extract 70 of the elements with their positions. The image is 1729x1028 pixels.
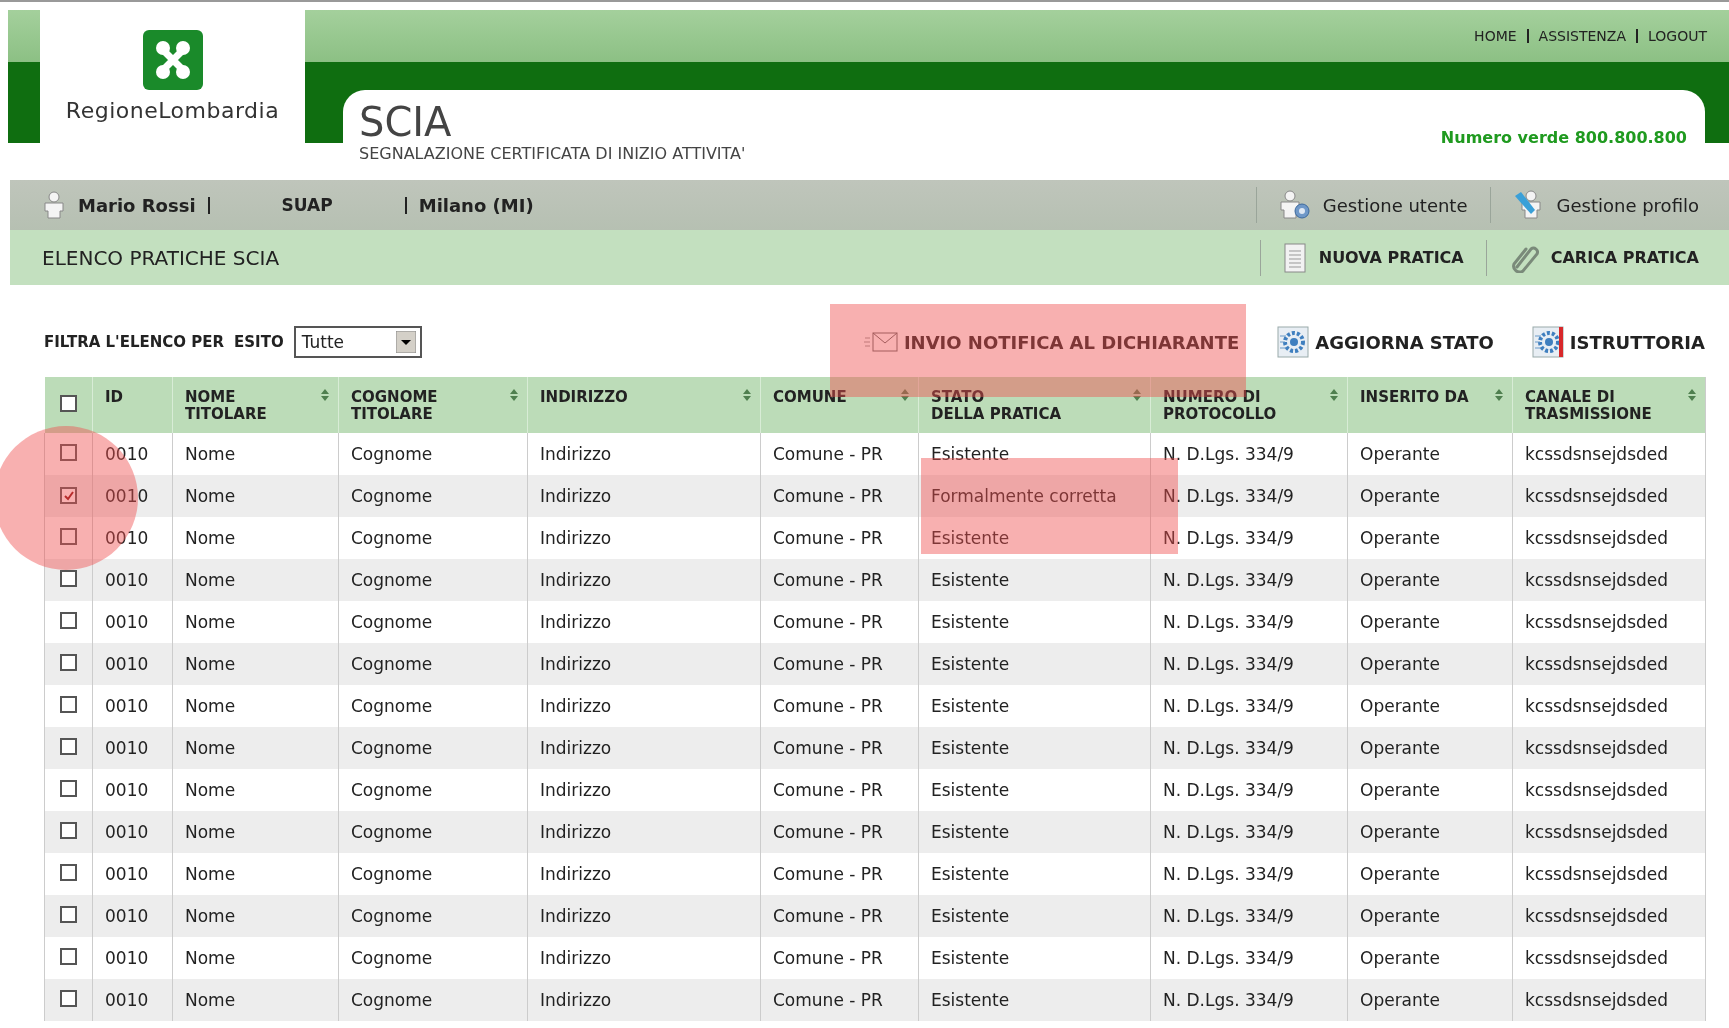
row-checkbox[interactable] — [60, 779, 77, 797]
office-name: SUAP — [281, 195, 333, 215]
column-header[interactable]: INDIRIZZO — [527, 377, 761, 433]
table-cell: Comune - PR — [760, 979, 919, 1021]
field-label: ESITO — [234, 333, 284, 351]
toolbar-button[interactable]: ISTRUTTORIA — [1531, 326, 1705, 358]
person-icon — [42, 191, 66, 219]
bar-link[interactable]: CARICA PRATICA — [1498, 242, 1709, 273]
sort-icon — [509, 387, 519, 403]
outcome-dropdown[interactable]: Tutte — [293, 326, 422, 358]
sort-icon — [1329, 387, 1339, 403]
row-checkbox[interactable] — [60, 989, 77, 1007]
row-checkbox[interactable] — [60, 695, 77, 713]
row-checkbox[interactable] — [60, 443, 77, 461]
toolbar-button[interactable]: INVIO NOTIFICA AL DICHIARANTE — [863, 331, 1240, 353]
sort-icon — [1687, 387, 1697, 403]
table-cell: Nome — [172, 979, 339, 1021]
row-checkbox[interactable] — [60, 653, 77, 671]
column-header[interactable]: STATO DELLA PRATICA — [918, 377, 1151, 433]
user-name: Mario Rossi — [78, 194, 196, 216]
row-checkbox[interactable] — [60, 821, 77, 839]
column-header[interactable]: ID — [92, 377, 173, 433]
column-header[interactable]: INSERITO DA — [1347, 377, 1513, 433]
person-gear-icon — [1278, 190, 1311, 220]
sort-icon — [1494, 387, 1504, 403]
table-cell: Indirizzo — [527, 979, 761, 1021]
row-checkbox[interactable] — [60, 863, 77, 881]
select-all-checkbox[interactable] — [59, 394, 77, 412]
app-title: SCIA — [359, 100, 453, 144]
envelope-icon — [863, 331, 898, 353]
table-cell: kcssdsnsejdsded — [1512, 979, 1706, 1021]
table-cell: Cognome — [338, 979, 528, 1021]
document-icon — [1282, 242, 1307, 273]
row-checkbox[interactable] — [60, 947, 77, 965]
nav-link[interactable]: LOGOUT — [1648, 28, 1707, 44]
sort-icon — [900, 387, 910, 403]
nav-link[interactable]: HOME — [1474, 28, 1517, 44]
logo-icon — [142, 30, 203, 90]
gear-icon — [1277, 326, 1310, 358]
row-checkbox[interactable] — [60, 905, 77, 923]
section-title: ELENCO PRATICHE SCIA — [42, 245, 280, 270]
app-subtitle: SEGNALAZIONE CERTIFICATA DI INIZIO ATTIVITA' — [359, 144, 746, 163]
table-cell: Esistente — [918, 979, 1151, 1021]
filter-label: FILTRA L'ELENCO PER — [44, 333, 225, 351]
city-name: Milano (MI) — [418, 194, 534, 216]
nav-link[interactable]: ASSISTENZA — [1538, 28, 1626, 44]
sort-icon — [1132, 387, 1142, 403]
bar-link[interactable]: Gestione profilo — [1502, 190, 1709, 220]
row-checkbox[interactable] — [60, 527, 77, 545]
column-header[interactable]: NUMERO DI PROTOCOLLO — [1150, 377, 1348, 433]
sort-icon — [742, 387, 752, 403]
column-header[interactable]: COMUNE — [760, 377, 919, 433]
table-cell: N. D.Lgs. 334/9 — [1150, 979, 1348, 1021]
sort-icon — [320, 387, 330, 403]
row-checkbox[interactable] — [60, 611, 77, 629]
column-header[interactable]: CANALE DI TRASMISSIONE — [1512, 377, 1706, 433]
column-header[interactable]: NOME TITOLARE — [172, 377, 339, 433]
table-cell: Operante — [1347, 979, 1513, 1021]
dropdown-arrow-icon — [395, 331, 416, 353]
bar-link[interactable]: NUOVA PRATICA — [1272, 242, 1474, 273]
toolbar-button[interactable]: AGGIORNA STATO — [1277, 326, 1494, 358]
hotline-text: Numero verde 800.800.800 — [1440, 128, 1687, 147]
gear-flag-icon — [1531, 326, 1564, 358]
row-checkbox[interactable] — [60, 569, 77, 587]
logo-text: RegioneLombardia — [65, 98, 280, 123]
column-header[interactable]: COGNOME TITOLARE — [338, 377, 528, 433]
row-checkbox[interactable] — [60, 737, 77, 755]
row-checkbox[interactable] — [60, 487, 77, 504]
table-cell: 0010 — [92, 979, 173, 1021]
bar-link[interactable]: Gestione utente — [1268, 190, 1478, 220]
